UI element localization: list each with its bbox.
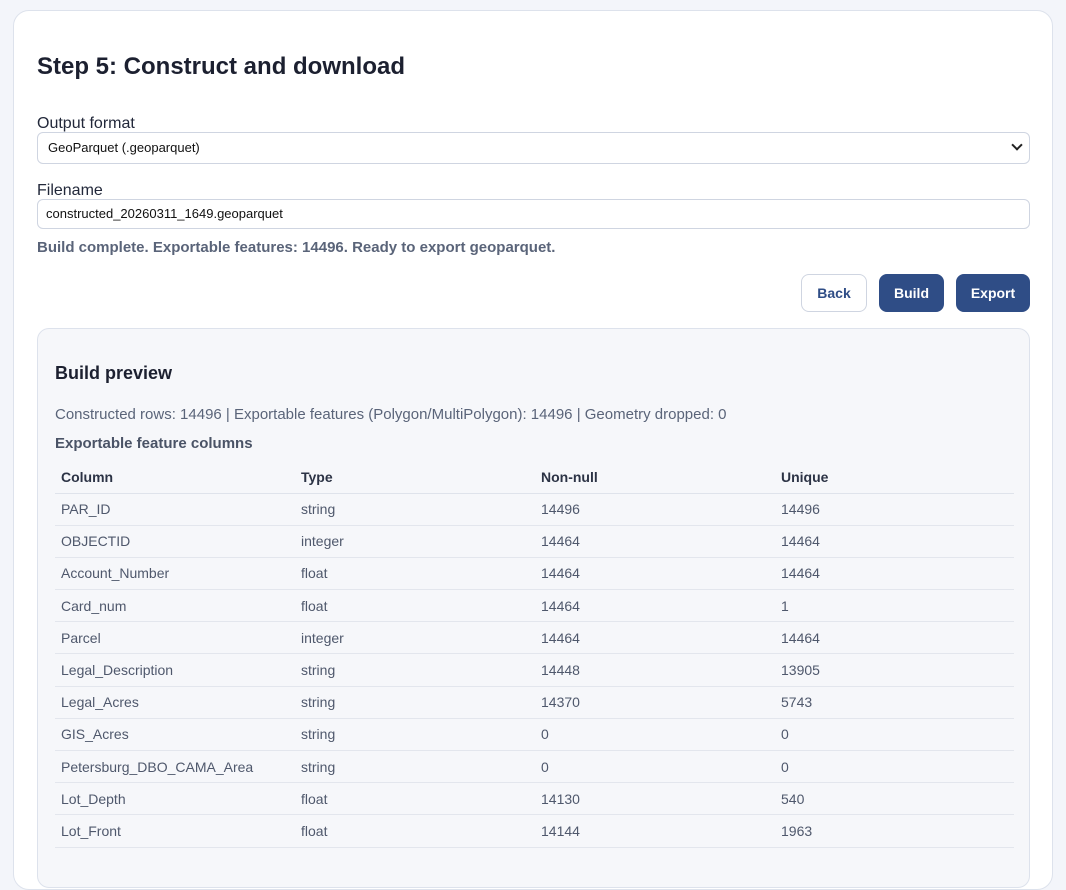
table-cell: 14464 — [535, 525, 775, 558]
table-cell: float — [295, 814, 535, 848]
table-cell: Legal_Acres — [55, 686, 295, 719]
table-cell: 1963 — [775, 814, 1014, 848]
table-row: PAR_ID string 14496 14496 — [55, 493, 1014, 526]
table-row: Card_num float 14464 1 — [55, 589, 1014, 623]
table-cell: 13905 — [775, 653, 1014, 687]
page-title: Step 5: Construct and download — [37, 53, 406, 80]
table-cell: Lot_Front — [55, 814, 295, 848]
table-cell: 0 — [535, 750, 775, 784]
table-cell: PAR_ID — [55, 493, 295, 526]
build-status: Build complete. Exportable features: 144… — [37, 239, 556, 256]
table-cell: 14496 — [535, 493, 775, 526]
table-cell: 14496 — [775, 493, 1014, 526]
column-header: Non-null — [535, 462, 775, 494]
column-header: Column — [55, 462, 295, 494]
table-row: Account_Number float 14464 14464 — [55, 557, 1014, 591]
table-cell: 5743 — [775, 686, 1014, 719]
column-header: Type — [295, 462, 535, 494]
feature-columns-table: Column Type Non-null Unique PAR_ID string… — [55, 462, 1014, 848]
table-row: GIS_Acres string 0 0 — [55, 718, 1014, 752]
table-cell: 14464 — [775, 621, 1014, 655]
table-cell: 14130 — [535, 782, 775, 816]
output-format-value: GeoParquet (.geoparquet) — [48, 140, 200, 155]
table-row: Petersburg_DBO_CAMA_Area string 0 0 — [55, 750, 1014, 784]
table-cell: GIS_Acres — [55, 718, 295, 752]
table-cell: Account_Number — [55, 557, 295, 591]
table-cell: 14144 — [535, 814, 775, 848]
table-row: Lot_Depth float 14130 540 — [55, 782, 1014, 816]
export-button[interactable]: Export — [956, 274, 1030, 312]
table-cell: string — [295, 750, 535, 784]
table-cell: string — [295, 718, 535, 752]
table-cell: 14464 — [775, 525, 1014, 558]
table-cell: 0 — [775, 750, 1014, 784]
table-cell: float — [295, 557, 535, 591]
table-row: OBJECTID integer 14464 14464 — [55, 525, 1014, 558]
table-cell: OBJECTID — [55, 525, 295, 558]
table-row: Lot_Front float 14144 1963 — [55, 814, 1014, 848]
output-format-label: Output format — [37, 115, 135, 132]
table-cell: string — [295, 653, 535, 687]
table-cell: float — [295, 589, 535, 623]
column-header: Unique — [775, 462, 1014, 494]
table-cell: Lot_Depth — [55, 782, 295, 816]
table-cell: integer — [295, 525, 535, 558]
back-button[interactable]: Back — [801, 274, 867, 312]
table-cell: 0 — [775, 718, 1014, 752]
table-cell: 14464 — [775, 557, 1014, 591]
table-cell: float — [295, 782, 535, 816]
output-format-select[interactable]: GeoParquet (.geoparquet) — [37, 132, 1030, 164]
table-cell: 0 — [535, 718, 775, 752]
table-cell: 540 — [775, 782, 1014, 816]
table-row: Legal_Acres string 14370 5743 — [55, 686, 1014, 719]
table-row: Parcel integer 14464 14464 — [55, 621, 1014, 655]
filename-input[interactable]: constructed_20260311_1649.geoparquet — [37, 199, 1030, 229]
table-cell: Parcel — [55, 621, 295, 655]
filename-label: Filename — [37, 182, 103, 199]
table-cell: 14448 — [535, 653, 775, 687]
table-header-row: Column Type Non-null Unique — [55, 462, 1014, 494]
table-cell: string — [295, 686, 535, 719]
table-cell: 14370 — [535, 686, 775, 719]
build-button[interactable]: Build — [879, 274, 944, 312]
table-cell: 1 — [775, 589, 1014, 623]
step-card: Step 5: Construct and download Output fo… — [13, 10, 1053, 890]
table-cell: Petersburg_DBO_CAMA_Area — [55, 750, 295, 784]
columns-subheading: Exportable feature columns — [55, 435, 253, 452]
table-row: Legal_Description string 14448 13905 — [55, 653, 1014, 687]
table-cell: 14464 — [535, 621, 775, 655]
table-cell: 14464 — [535, 589, 775, 623]
table-body: PAR_ID string 14496 14496 OBJECTID integer 144… — [55, 493, 1014, 848]
chevron-down-icon — [1011, 139, 1023, 151]
table-cell: 14464 — [535, 557, 775, 591]
preview-summary: Constructed rows: 14496 | Exportable fea… — [55, 406, 727, 423]
build-preview-panel: Build preview Constructed rows: 14496 | … — [37, 328, 1030, 888]
table-cell: Legal_Description — [55, 653, 295, 687]
table-cell: Card_num — [55, 589, 295, 623]
preview-title: Build preview — [55, 363, 173, 383]
table-cell: string — [295, 493, 535, 526]
table-cell: integer — [295, 621, 535, 655]
